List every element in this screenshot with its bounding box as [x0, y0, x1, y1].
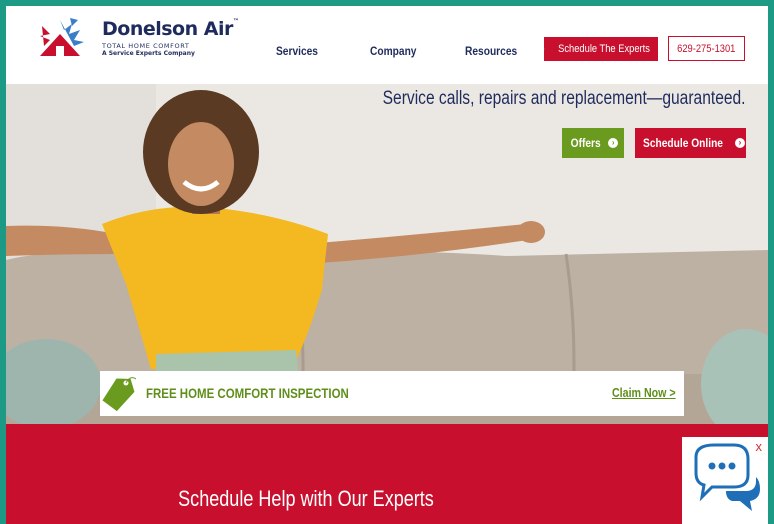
phone-button[interactable]: 629-275-1301	[668, 36, 745, 61]
chat-close-button[interactable]: x	[756, 439, 763, 454]
chevron-right-icon: ›	[608, 138, 619, 148]
hero-tagline: Service calls, repairs and replacement—g…	[383, 88, 746, 109]
offers-button[interactable]: Offers ›	[562, 128, 624, 158]
nav-company[interactable]: Company	[370, 44, 416, 58]
schedule-section-title: Schedule Help with Our Experts	[178, 486, 434, 511]
hero-section: Service calls, repairs and replacement—g…	[6, 84, 768, 424]
logo[interactable]: Donelson Air™ TOTAL HOME COMFORT A Servi…	[36, 16, 239, 71]
offers-label: Offers	[570, 136, 601, 150]
logo-house-flame-icon	[40, 18, 84, 56]
nav-resources[interactable]: Resources	[465, 44, 517, 58]
browser-viewport: Donelson Air™ TOTAL HOME COMFORT A Servi…	[6, 6, 768, 524]
brand-name: Donelson Air	[102, 18, 233, 40]
site-header: Donelson Air™ TOTAL HOME COMFORT A Servi…	[6, 6, 768, 84]
claim-now-link[interactable]: Claim Now >	[612, 385, 676, 400]
chat-widget[interactable]: x	[682, 437, 768, 524]
promo-text: FREE HOME COMFORT INSPECTION	[146, 385, 349, 401]
schedule-section: Schedule Help with Our Experts	[6, 424, 768, 524]
brand-tagline: TOTAL HOME COMFORT	[102, 42, 190, 50]
brand-subtag: A Service Experts Company	[102, 50, 195, 57]
promo-banner: FREE HOME COMFORT INSPECTION Claim Now >	[100, 371, 684, 416]
schedule-online-button[interactable]: Schedule Online ›	[635, 128, 746, 158]
brand-trademark: ™	[232, 18, 239, 25]
schedule-online-label: Schedule Online	[643, 136, 723, 150]
chevron-right-icon: ›	[735, 138, 746, 148]
schedule-experts-label: Schedule The Experts	[558, 43, 650, 55]
nav-services[interactable]: Services	[276, 44, 318, 58]
phone-number: 629-275-1301	[677, 42, 736, 55]
brand-text: Donelson Air™ TOTAL HOME COMFORT A Servi…	[102, 18, 239, 57]
schedule-experts-button[interactable]: Schedule The Experts	[544, 37, 658, 61]
wrench-icon	[544, 48, 545, 50]
price-tag-icon	[102, 377, 136, 412]
